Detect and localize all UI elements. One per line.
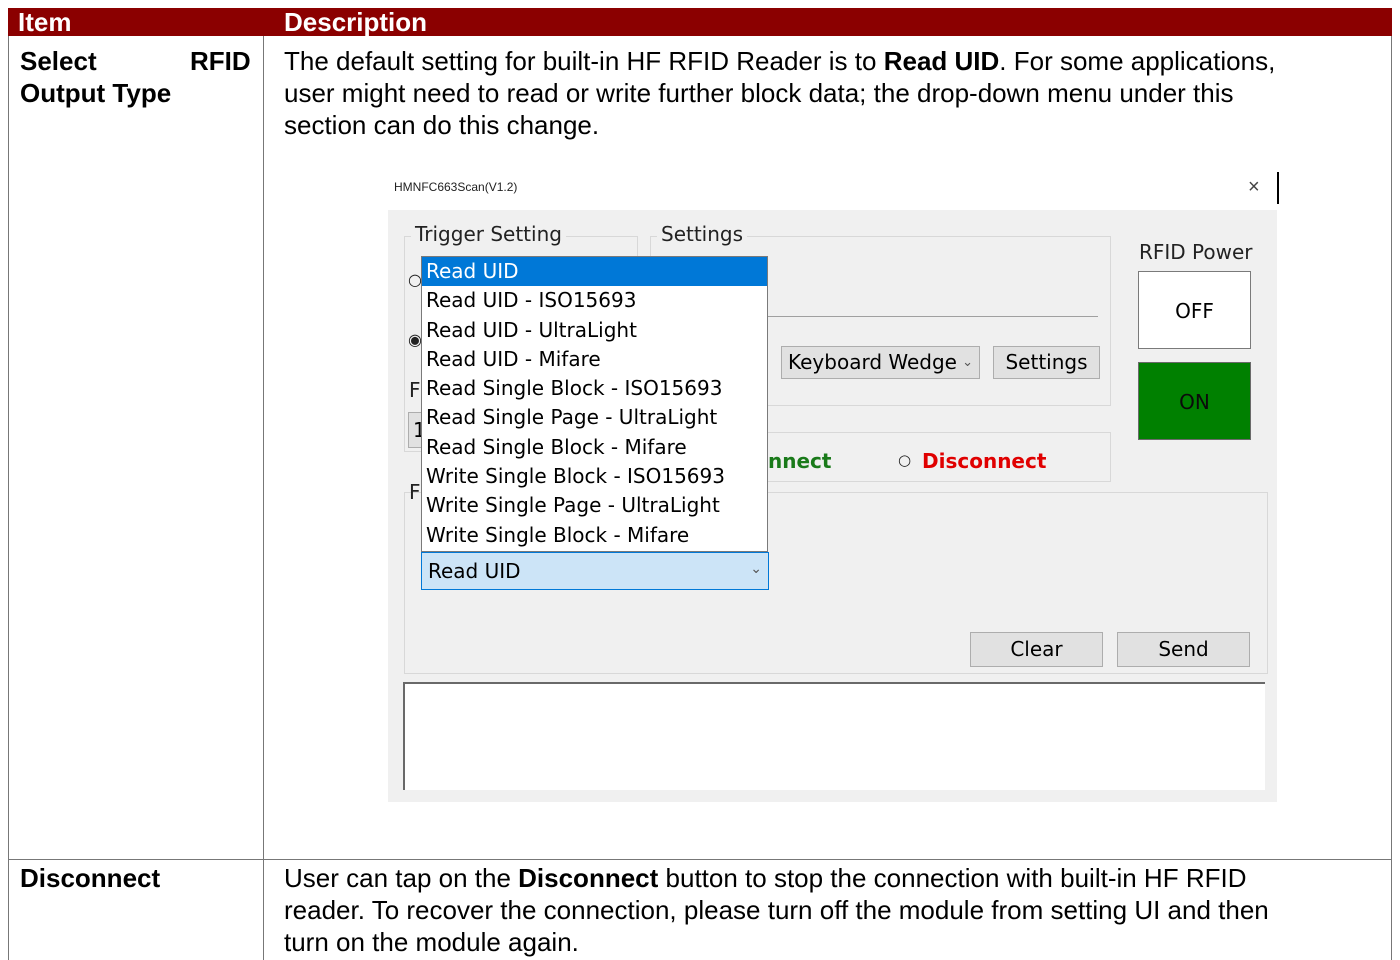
dropdown-option[interactable]: Write Single Block - Mifare — [422, 521, 767, 550]
dropdown-option[interactable]: Read Single Block - ISO15693 — [422, 374, 767, 403]
send-button[interactable]: Send — [1117, 632, 1250, 667]
rfid-on-button[interactable]: ON — [1138, 362, 1251, 440]
partial-label-f: F — [409, 378, 421, 402]
item-output-type: Output Type — [20, 78, 172, 108]
dropdown-option[interactable]: Write Single Page - UltraLight — [422, 491, 767, 520]
dropdown-option[interactable]: Read Single Block - Mifare — [422, 433, 767, 462]
output-textarea[interactable] — [403, 682, 1265, 790]
rfid-power-label: RFID Power — [1139, 240, 1253, 264]
desc-row1-line1: The default setting for built-in HF RFID… — [284, 46, 1275, 76]
desc-row2-line1-pre: User can tap on the — [284, 863, 519, 893]
disconnect-radio-icon[interactable]: ○ — [898, 451, 911, 469]
output-mode-select[interactable]: Keyboard Wedge ⌄ — [781, 346, 980, 379]
settings-button[interactable]: Settings — [993, 346, 1100, 379]
rfid-off-button[interactable]: OFF — [1138, 271, 1251, 349]
item-select-word: Select — [20, 46, 97, 76]
trigger-radio-icon[interactable]: ○ — [408, 270, 422, 289]
dropdown-option[interactable]: Write Single Block - ISO15693 — [422, 462, 767, 491]
output-type-combobox[interactable]: Read UID ⌄ — [421, 552, 769, 590]
desc-row2-line3: turn on the module again. — [284, 927, 579, 957]
desc-row2-line1-post: button to stop the connection with built… — [658, 863, 1247, 893]
window-edge-divider — [1277, 172, 1279, 204]
header-item: Item — [18, 7, 72, 37]
clear-button[interactable]: Clear — [970, 632, 1103, 667]
disconnect-radio-label[interactable]: Disconnect — [922, 449, 1046, 473]
dropdown-option[interactable]: Read UID - Mifare — [422, 345, 767, 374]
table-header-row: Item Description — [8, 7, 1392, 37]
close-icon[interactable]: × — [1248, 176, 1260, 199]
dropdown-option[interactable]: Read UID - UltraLight — [422, 316, 767, 345]
chevron-down-icon: ⌄ — [962, 355, 973, 370]
output-mode-value: Keyboard Wedge — [788, 350, 957, 374]
desc-row2-line1-bold: Disconnect — [518, 863, 659, 893]
window-title: HMNFC663Scan(V1.2) — [394, 180, 518, 194]
desc-row1-line2: user might need to read or write further… — [284, 78, 1234, 108]
desc-row2-line2: reader. To recover the connection, pleas… — [284, 895, 1269, 925]
dropdown-option[interactable]: Read UID — [422, 257, 767, 287]
item-disconnect: Disconnect — [20, 863, 161, 893]
output-type-value: Read UID — [428, 559, 521, 583]
settings-title: Settings — [657, 222, 748, 246]
table-border-left — [8, 36, 9, 960]
desc-row1-line3: section can do this change. — [284, 110, 600, 140]
header-description: Description — [284, 7, 428, 37]
table-row-divider — [8, 859, 1392, 860]
table-column-divider — [263, 36, 264, 960]
output-group-partial-title: F — [409, 480, 421, 504]
chevron-down-icon: ⌄ — [750, 561, 762, 577]
output-type-dropdown-list[interactable]: Read UID Read UID - ISO15693 Read UID - … — [421, 256, 768, 552]
desc-row1-line1-post: . For some applications, — [999, 46, 1276, 76]
item-rfid-word: RFID — [190, 46, 251, 76]
desc-row2-line1: User can tap on the Disconnect button to… — [284, 863, 1246, 893]
settings-divider — [768, 316, 1098, 317]
dropdown-option[interactable]: Read Single Page - UltraLight — [422, 403, 767, 432]
table-border-right — [1391, 36, 1392, 960]
trigger-setting-title: Trigger Setting — [411, 222, 566, 246]
connect-label-partial[interactable]: nnect — [768, 449, 831, 473]
desc-row1-line1-bold: Read UID — [883, 46, 1000, 76]
desc-row1-line1-pre: The default setting for built-in HF RFID… — [284, 46, 884, 76]
trigger-radio-selected-icon[interactable]: ◉ — [408, 330, 422, 349]
dropdown-option[interactable]: Read UID - ISO15693 — [422, 286, 767, 315]
